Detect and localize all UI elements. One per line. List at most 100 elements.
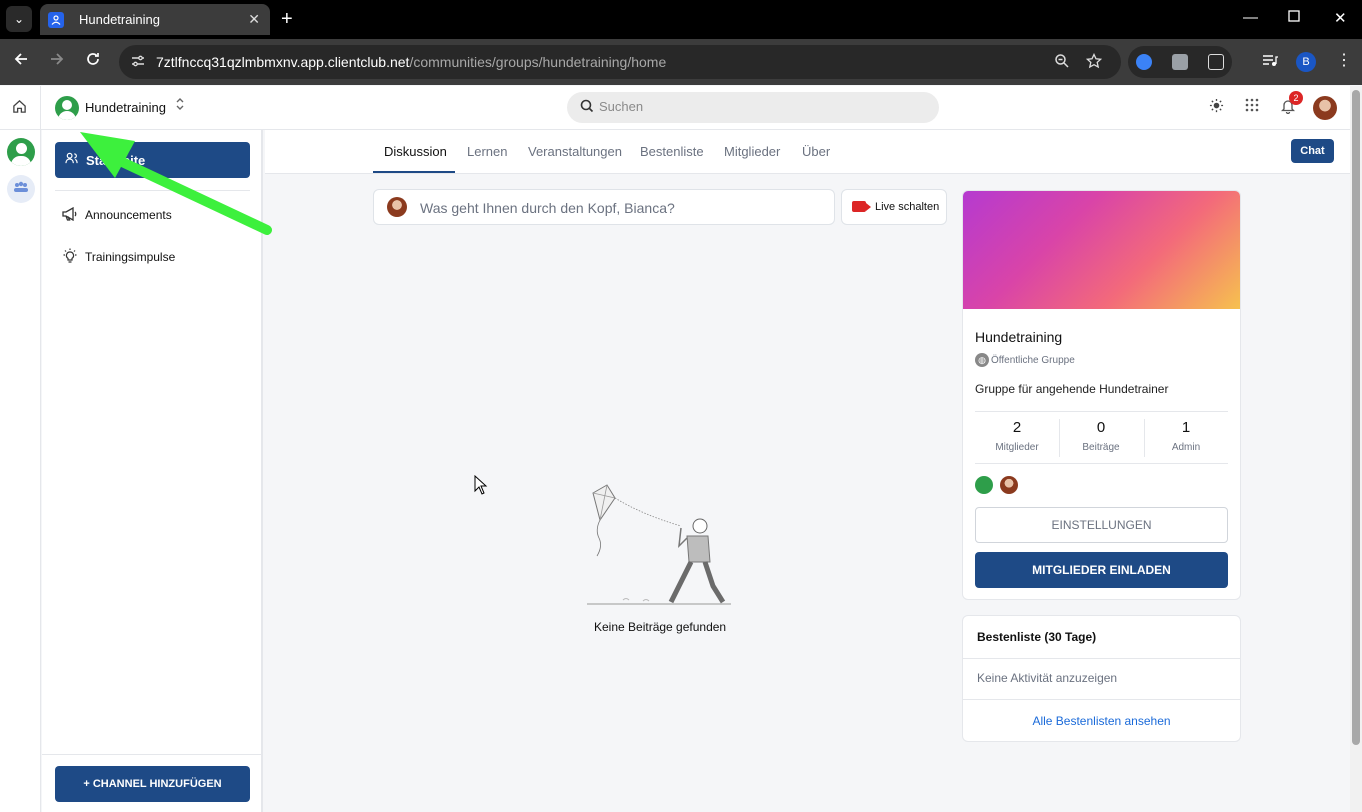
stat-label: Admin: [1171, 442, 1201, 453]
tab-search-icon[interactable]: ⌄: [6, 6, 32, 32]
post-composer[interactable]: Was geht Ihnen durch den Kopf, Bianca?: [373, 189, 835, 225]
settings-button[interactable]: EINSTELLUNGEN: [975, 507, 1228, 543]
extensions-group: [1128, 46, 1232, 78]
tab-veranstaltungen[interactable]: Veranstaltungen: [528, 144, 622, 159]
invite-members-button[interactable]: MITGLIEDER EINLADEN: [975, 552, 1228, 588]
bookmark-star-icon[interactable]: [1085, 52, 1103, 73]
group-card-name: Hundetraining: [975, 329, 1063, 345]
browser-tab[interactable]: Hundetraining ✕: [40, 4, 270, 35]
notification-badge: 2: [1289, 91, 1303, 105]
stat-value: 1: [1181, 419, 1191, 436]
app-header: Hundetraining 2: [0, 86, 1350, 130]
all-leaderboards-link[interactable]: Alle Bestenlisten ansehen: [963, 714, 1240, 728]
member-avatar[interactable]: [1000, 476, 1018, 494]
stat-label: Mitglieder: [995, 442, 1039, 453]
header-divider: [40, 86, 41, 130]
lightbulb-icon: [62, 248, 78, 267]
tab-title: Hundetraining: [79, 12, 160, 27]
sidebar-item-announcements[interactable]: Announcements: [62, 205, 172, 225]
megaphone-icon: [62, 206, 78, 224]
sidebar-item-label: Startseite: [86, 153, 146, 168]
theme-toggle-sun-icon[interactable]: [1209, 98, 1224, 118]
rail-group-avatar[interactable]: [7, 138, 35, 166]
extension-code-icon[interactable]: [1172, 54, 1188, 70]
leaderboard-divider: [963, 699, 1240, 700]
scrollbar-thumb[interactable]: [1352, 90, 1360, 745]
back-icon[interactable]: [13, 51, 29, 72]
group-switcher-icon[interactable]: [175, 97, 185, 112]
mouse-cursor-icon: [474, 475, 488, 495]
window-close-icon[interactable]: ✕: [1334, 9, 1347, 27]
stat-value: 0: [1096, 419, 1106, 436]
chat-button[interactable]: Chat: [1291, 139, 1334, 163]
browser-menu-icon[interactable]: ⋮: [1336, 50, 1352, 70]
forward-icon[interactable]: [49, 51, 65, 72]
address-bar[interactable]: 7ztlfnccq31qzlmbmxnv.app.clientclub.net/…: [119, 45, 1121, 79]
tab-close-icon[interactable]: ✕: [248, 11, 260, 28]
extension-globe-icon[interactable]: [1136, 54, 1152, 70]
maximize-icon[interactable]: [1288, 9, 1300, 26]
browser-tab-bar: ⌄ Hundetraining ✕ + — ✕: [0, 0, 1362, 39]
group-avatar[interactable]: [55, 96, 79, 120]
profile-avatar[interactable]: B: [1296, 52, 1316, 72]
composer-placeholder: Was geht Ihnen durch den Kopf, Bianca?: [420, 200, 675, 216]
stat-admins[interactable]: 1 Admin: [1144, 419, 1228, 453]
sidebar-item-label: Announcements: [85, 208, 172, 222]
browser-toolbar: 7ztlfnccq31qzlmbmxnv.app.clientclub.net/…: [0, 39, 1362, 85]
add-channel-button[interactable]: + CHANNEL HINZUFÜGEN: [55, 766, 250, 802]
privacy-label: Öffentliche Gruppe: [991, 354, 1075, 366]
stat-members[interactable]: 2 Mitglieder: [975, 419, 1059, 453]
url-host: 7ztlfnccq31qzlmbmxnv.app.clientclub.net: [156, 54, 410, 70]
new-tab-button[interactable]: +: [281, 8, 293, 30]
group-description: Gruppe für angehende Hundetrainer: [975, 382, 1169, 396]
sidebar-item-label: Trainingsimpulse: [85, 250, 176, 264]
go-live-button[interactable]: Live schalten: [841, 189, 947, 225]
member-avatar[interactable]: [975, 476, 993, 494]
url-text: 7ztlfnccq31qzlmbmxnv.app.clientclub.net/…: [156, 54, 666, 70]
zoom-icon[interactable]: [1054, 53, 1070, 73]
reload-icon[interactable]: [85, 51, 101, 72]
group-name[interactable]: Hundetraining: [85, 100, 166, 115]
tab-mitglieder[interactable]: Mitglieder: [724, 144, 780, 159]
group-tabs: Diskussion Lernen Veranstaltungen Besten…: [265, 130, 1350, 174]
search-input[interactable]: [599, 99, 919, 114]
leaderboard-card: Bestenliste (30 Tage) Keine Aktivität an…: [962, 615, 1241, 742]
minimize-icon[interactable]: —: [1243, 9, 1258, 26]
stat-value: 2: [1012, 419, 1022, 436]
leaderboard-divider: [963, 658, 1240, 659]
url-path: /communities/groups/hundetraining/home: [409, 54, 667, 70]
group-cover-image: [963, 191, 1240, 309]
card-divider: [975, 411, 1228, 412]
search-bar[interactable]: [567, 92, 939, 123]
users-icon: [65, 152, 78, 168]
channel-sidebar: Startseite Announcements Trainingsimpuls…: [42, 130, 263, 812]
leaderboard-empty-text: Keine Aktivität anzuzeigen: [977, 671, 1118, 685]
extensions-puzzle-icon[interactable]: [1208, 54, 1224, 70]
card-divider: [975, 463, 1228, 464]
group-privacy: ◍ Öffentliche Gruppe: [975, 353, 1075, 367]
empty-kite-illustration: [587, 484, 731, 605]
apps-grid-icon[interactable]: [1245, 98, 1259, 117]
tab-lernen[interactable]: Lernen: [467, 144, 507, 159]
sidebar-divider: [55, 190, 250, 191]
sidebar-item-startseite[interactable]: Startseite: [55, 142, 250, 178]
home-icon[interactable]: [12, 99, 27, 119]
sidebar-item-trainingsimpulse[interactable]: Trainingsimpulse: [62, 247, 175, 267]
video-camera-icon: [852, 201, 871, 212]
leaderboard-title: Bestenliste (30 Tage): [977, 630, 1097, 644]
globe-icon: ◍: [975, 353, 989, 367]
go-live-label: Live schalten: [875, 201, 940, 213]
user-avatar[interactable]: [1313, 96, 1337, 120]
group-favicon-icon: [48, 11, 64, 28]
media-queue-icon[interactable]: [1262, 53, 1278, 73]
sidebar-footer-divider: [42, 754, 261, 755]
tab-bestenliste[interactable]: Bestenliste: [640, 144, 704, 159]
main-content: Diskussion Lernen Veranstaltungen Besten…: [265, 130, 1350, 812]
tab-ueber[interactable]: Über: [802, 144, 830, 159]
site-settings-icon[interactable]: [129, 53, 147, 71]
empty-feed-text: Keine Beiträge gefunden: [594, 620, 727, 634]
rail-communities-icon[interactable]: [7, 175, 35, 203]
tab-diskussion[interactable]: Diskussion: [384, 144, 447, 159]
page-scrollbar[interactable]: [1350, 86, 1362, 812]
stat-posts[interactable]: 0 Beiträge: [1059, 419, 1143, 453]
